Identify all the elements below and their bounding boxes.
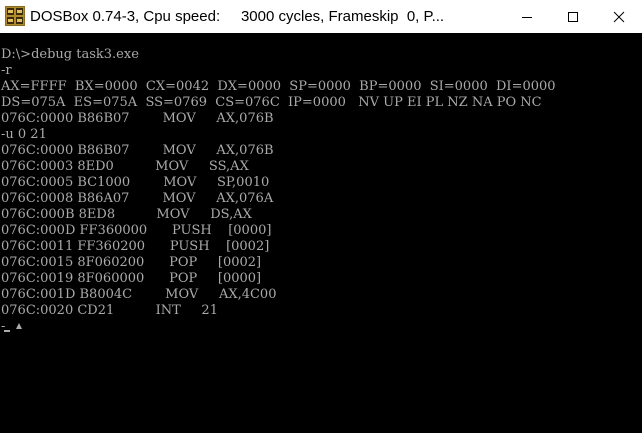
dos-console-screen[interactable]: D:\>debug task3.exe -r AX=FFFF BX=0000 C… [0, 33, 642, 433]
dosbox-box-icon [5, 6, 25, 26]
console-line: DS=075A ES=075A SS=0769 CS=076C IP=0000 … [1, 95, 542, 110]
window-title: DOSBox 0.74-3, Cpu speed: 3000 cycles, F… [30, 8, 445, 25]
console-line: 076C:0003 8ED0 MOV SS,AX [1, 159, 249, 174]
minimize-icon [522, 16, 532, 18]
console-line: -r [1, 63, 12, 78]
console-line: 076C:001D B8004C MOV AX,4C00 [1, 287, 277, 302]
console-line: 076C:0020 CD21 INT 21 [1, 303, 218, 318]
close-button[interactable] [596, 0, 642, 33]
console-line: D:\>debug task3.exe [1, 47, 139, 62]
mouse-pointer-icon [16, 323, 22, 329]
console-line: 076C:000D FF360000 PUSH [0000] [1, 223, 272, 238]
dosbox-window: DOSBox 0.74-3, Cpu speed: 3000 cycles, F… [0, 0, 642, 433]
console-line: 076C:0015 8F060200 POP [0002] [1, 255, 262, 270]
console-line: AX=FFFF BX=0000 CX=0042 DX=0000 SP=0000 … [1, 79, 556, 94]
minimize-button[interactable] [504, 0, 550, 33]
console-line: -u 0 21 [1, 127, 47, 142]
console-line: 076C:0005 BC1000 MOV SP,0010 [1, 175, 270, 190]
console-line: 076C:000B 8ED8 MOV DS,AX [1, 207, 252, 222]
text-cursor [4, 330, 10, 332]
console-line: 076C:0019 8F060000 POP [0000] [1, 271, 262, 286]
command-prompt: - [1, 319, 6, 334]
close-icon [613, 11, 625, 22]
console-line: 076C:0011 FF360200 PUSH [0002] [1, 239, 270, 254]
console-line: 076C:0008 B86A07 MOV AX,076A [1, 191, 274, 206]
title-bar[interactable]: DOSBox 0.74-3, Cpu speed: 3000 cycles, F… [0, 0, 642, 33]
console-line: 076C:0000 B86B07 MOV AX,076B [1, 143, 274, 158]
maximize-button[interactable] [550, 0, 596, 33]
maximize-icon [568, 11, 578, 22]
console-line: 076C:0000 B86B07 MOV AX,076B [1, 111, 274, 126]
